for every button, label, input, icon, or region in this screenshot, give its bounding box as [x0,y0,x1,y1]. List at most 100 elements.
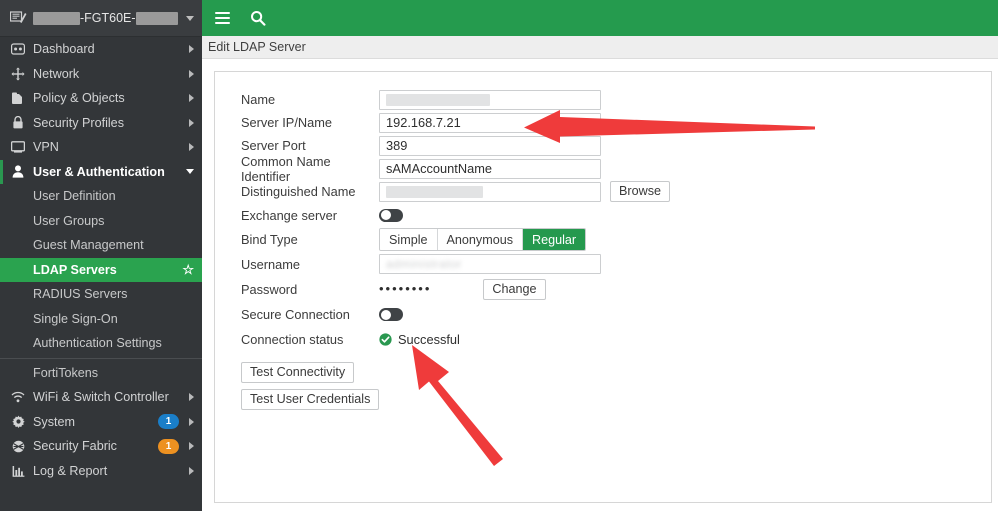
sidebar-item-system[interactable]: System 1 [0,410,202,435]
lock-icon [10,116,26,130]
chevron-right-icon [189,143,194,152]
chevron-right-icon [189,442,194,451]
device-icon [10,10,27,23]
test-user-credentials-button[interactable]: Test User Credentials [241,389,380,410]
sidebar-subitem-label: User Groups [33,213,105,228]
chevron-down-icon [186,169,194,175]
device-name-redacted-prefix [33,11,80,25]
change-password-button[interactable]: Change [483,278,546,300]
sidebar-item-label: Log & Report [33,463,108,478]
sidebar-item-ldap-servers[interactable]: LDAP Servers ☆ [0,257,202,282]
sidebar-subitem-label: Guest Management [33,238,144,253]
dashboard-icon [10,42,26,56]
chevron-right-icon [189,69,194,78]
chevron-right-icon [189,393,194,402]
sidebar-item-label: WiFi & Switch Controller [33,390,169,405]
form-row-server-ip: Server IP/Name 192.168.7.21 [229,111,991,134]
form-row-password: Password •••••••• Change [229,276,991,302]
distinguished-name-input[interactable] [379,181,601,202]
sidebar-subitem-label: User Definition [33,189,116,204]
sidebar-item-radius-servers[interactable]: RADIUS Servers [0,282,202,307]
username-input[interactable]: administrator [379,254,601,274]
breadcrumb: Edit LDAP Server [202,36,998,59]
sidebar-item-wifi-switch-controller[interactable]: WiFi & Switch Controller [0,385,202,410]
form-row-connection-status: Connection status Successful [229,327,991,352]
favorite-star-icon[interactable]: ☆ [182,263,194,276]
server-port-input[interactable]: 389 [379,135,601,156]
page-title: Edit LDAP Server [208,40,306,54]
sidebar-nav: Dashboard Network Policy & Objects Secur… [0,37,202,511]
name-input[interactable] [379,89,601,110]
password-masked-value: •••••••• [379,281,432,296]
form-row-exchange-server: Exchange server [229,203,991,227]
common-name-identifier-label: Common Name Identifier [241,153,331,184]
search-icon[interactable] [248,8,268,28]
sidebar-item-label: Policy & Objects [33,91,125,106]
sidebar-item-security-profiles[interactable]: Security Profiles [0,111,202,136]
exchange-server-toggle[interactable] [379,208,403,222]
test-connectivity-button[interactable]: Test Connectivity [241,362,355,383]
sidebar: -FGT60E- Dashboard Network Policy & Obje… [0,0,202,511]
bind-type-option-simple[interactable]: Simple [380,229,438,250]
sidebar-item-label: Dashboard [33,42,95,57]
bind-type-label: Bind Type [241,232,298,247]
form-row-secure-connection: Secure Connection [229,302,991,327]
sidebar-item-user-groups[interactable]: User Groups [0,209,202,234]
bind-type-option-regular[interactable]: Regular [523,229,586,250]
sidebar-subitem-label: Authentication Settings [33,336,162,351]
name-label: Name [241,92,276,107]
status-badge: 1 [158,414,179,430]
chevron-right-icon [189,417,194,426]
sidebar-subitem-label: RADIUS Servers [33,287,128,302]
sidebar-item-guest-management[interactable]: Guest Management [0,233,202,258]
sidebar-item-user-authentication[interactable]: User & Authentication [0,159,202,184]
sidebar-item-dashboard[interactable]: Dashboard [0,37,202,62]
password-label: Password [241,281,298,297]
sidebar-item-label: System [33,414,75,429]
sidebar-item-vpn[interactable]: VPN [0,135,202,160]
sidebar-item-authentication-settings[interactable]: Authentication Settings [0,331,202,356]
form-row-bind-type: Bind Type Simple Anonymous Regular [229,227,991,252]
sidebar-item-log-report[interactable]: Log & Report [0,459,202,484]
test-buttons-group: Test Connectivity Test User Credentials [229,362,991,410]
device-name-middle: -FGT60E- [80,11,136,25]
wifi-icon [10,390,26,404]
sidebar-item-label: User & Authentication [33,164,165,179]
sidebar-item-fortitokens[interactable]: FortiTokens [0,361,202,386]
chart-icon [10,464,26,478]
monitor-icon [10,140,26,154]
chevron-right-icon [189,118,194,127]
fortigate-app: -FGT60E- Dashboard Network Policy & Obje… [0,0,998,511]
network-icon [10,67,26,81]
sidebar-item-network[interactable]: Network [0,62,202,87]
distinguished-name-label: Distinguished Name [241,184,356,199]
secure-connection-toggle[interactable] [379,308,403,321]
redacted-value [386,93,490,106]
sidebar-item-policy-objects[interactable]: Policy & Objects [0,86,202,111]
sidebar-divider [0,357,202,359]
sidebar-item-label: Security Profiles [33,115,124,130]
device-selector[interactable]: -FGT60E- [0,0,202,37]
common-name-identifier-input[interactable]: sAMAccountName [379,158,601,179]
sidebar-item-user-definition[interactable]: User Definition [0,184,202,209]
server-ip-label: Server IP/Name [241,115,333,130]
fabric-icon [10,439,26,453]
browse-button[interactable]: Browse [610,181,670,202]
server-ip-input[interactable]: 192.168.7.21 [379,112,601,133]
connection-status-text: Successful [398,332,460,347]
chevron-right-icon [189,466,194,475]
connection-status-value: Successful [379,332,460,347]
user-icon [10,165,26,179]
sidebar-item-security-fabric[interactable]: Security Fabric 1 [0,434,202,459]
bind-type-option-anonymous[interactable]: Anonymous [437,229,524,250]
sidebar-item-label: Security Fabric [33,439,117,454]
sidebar-item-single-sign-on[interactable]: Single Sign-On [0,307,202,332]
chevron-down-icon[interactable] [186,15,194,21]
device-name: -FGT60E- [33,11,180,25]
hamburger-icon[interactable] [212,8,232,28]
main-area: Edit LDAP Server Name Server IP/Name 192… [202,0,998,511]
policy-icon [10,91,26,105]
chevron-right-icon [189,45,194,54]
status-badge: 1 [158,438,179,454]
form-row-username: Username administrator [229,252,991,276]
